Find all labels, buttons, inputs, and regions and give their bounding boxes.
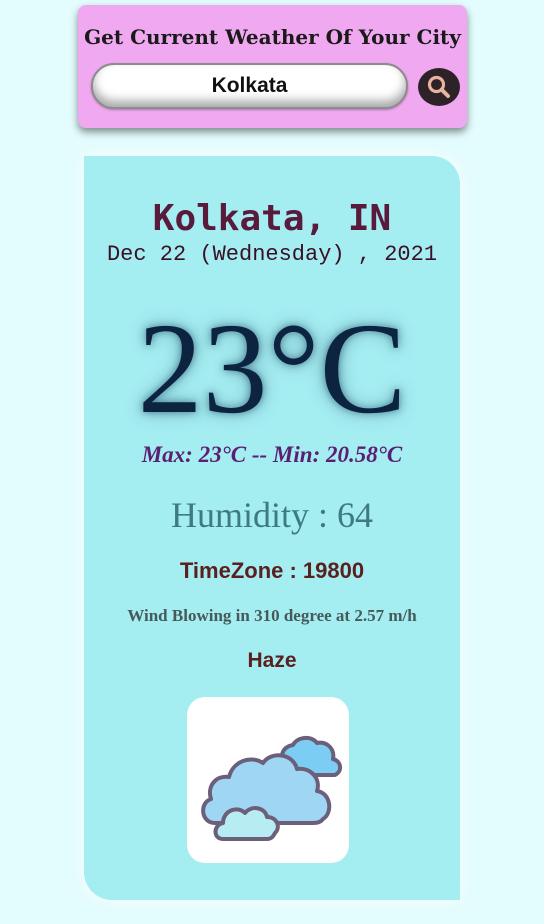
city-name: Kolkata, IN	[152, 198, 392, 239]
city-search-input[interactable]	[91, 63, 408, 109]
timezone: TimeZone : 19800	[179, 558, 365, 583]
wind-info: Wind Blowing in 310 degree at 2.57 m/h	[127, 606, 417, 625]
cloudy-icon	[201, 736, 342, 841]
max-min-temperature: Max: 23°C -- Min: 20.58°C	[141, 442, 403, 467]
weather-condition: Haze	[247, 649, 297, 672]
humidity: Humidity : 64	[170, 495, 373, 535]
current-date: Dec 22 (Wednesday) , 2021	[106, 242, 438, 267]
weather-icon-box	[187, 697, 349, 863]
search-panel: Get Current Weather Of Your City	[78, 5, 467, 128]
weather-card: Kolkata, IN Dec 22 (Wednesday) , 2021 23…	[84, 156, 460, 900]
search-button[interactable]	[418, 68, 460, 106]
search-heading: Get Current Weather Of Your City	[84, 25, 461, 49]
current-temperature: 23°C	[137, 297, 407, 441]
search-icon	[427, 75, 450, 98]
